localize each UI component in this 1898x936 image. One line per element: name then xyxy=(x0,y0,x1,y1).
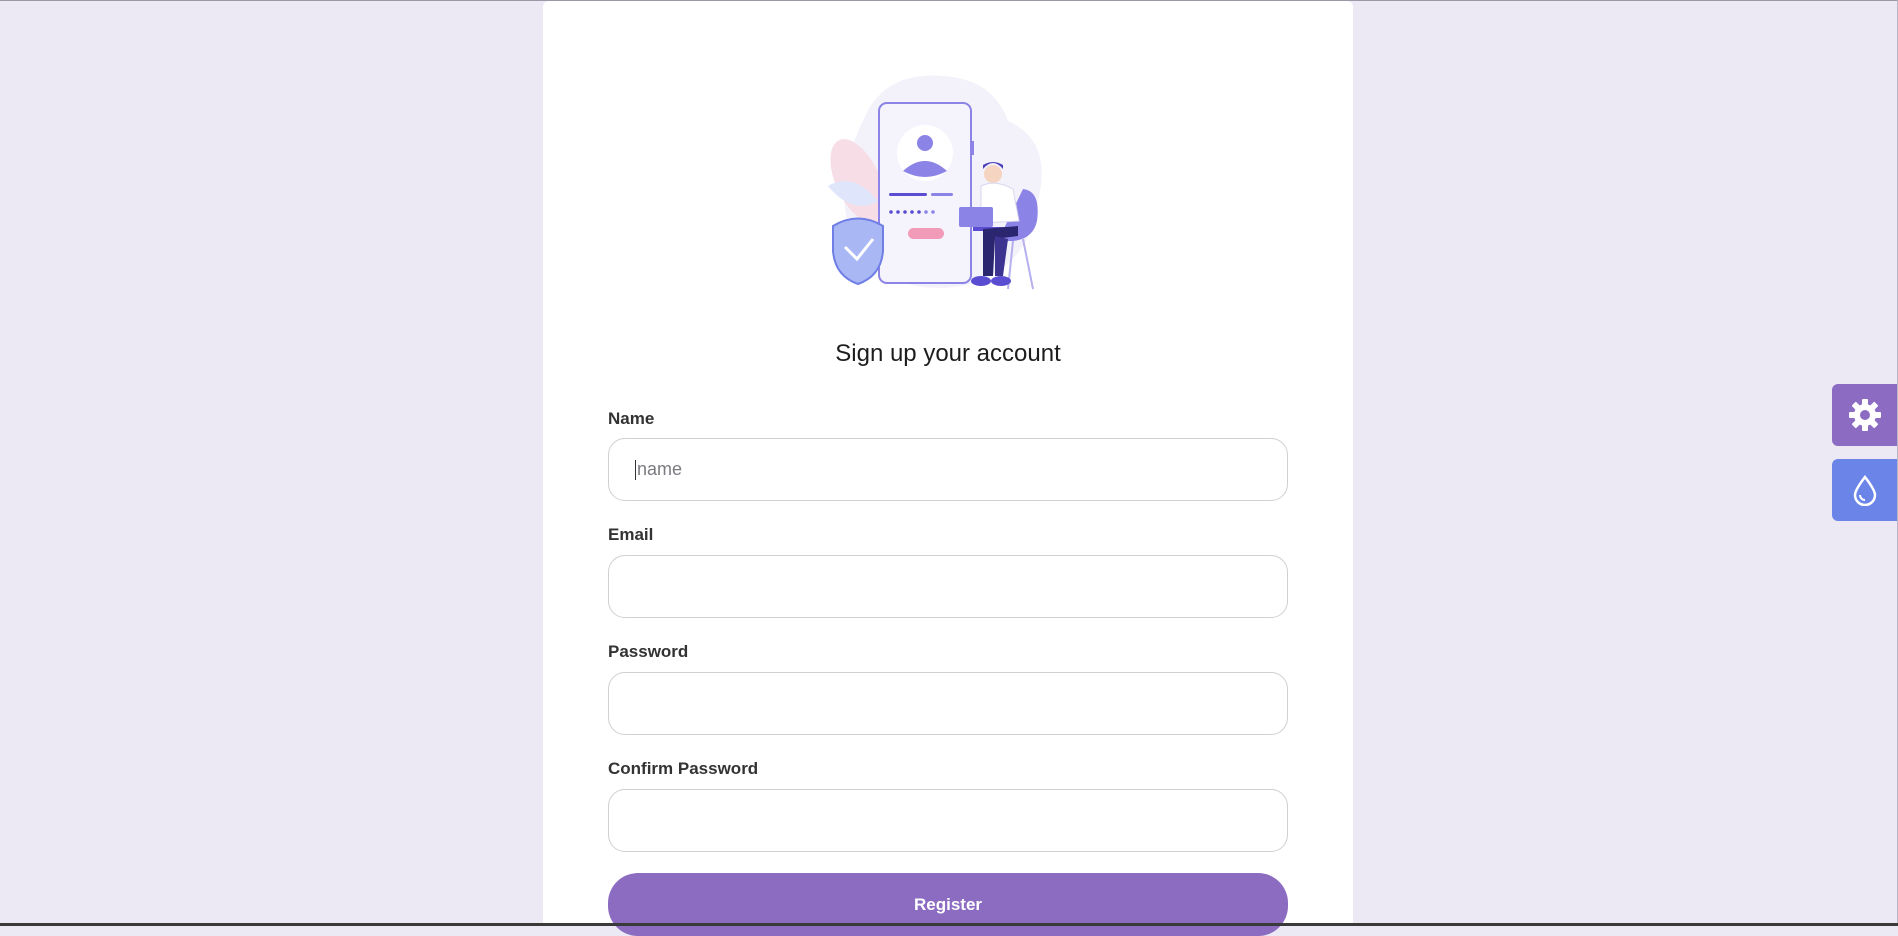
confirm-password-label: Confirm Password xyxy=(608,759,759,778)
password-input[interactable] xyxy=(608,672,1288,735)
signup-illustration xyxy=(828,75,1042,290)
email-label: Email xyxy=(608,525,654,544)
gear-icon xyxy=(1849,399,1881,431)
drop-icon xyxy=(1853,474,1877,506)
register-button[interactable]: Register xyxy=(608,873,1288,936)
name-placeholder: name xyxy=(637,459,683,479)
name-label: Name xyxy=(608,409,655,428)
signup-card: Sign up your account Name name Email Pas… xyxy=(543,1,1353,936)
settings-button[interactable] xyxy=(1832,384,1898,446)
page-title: Sign up your account xyxy=(835,340,1061,367)
password-label: Password xyxy=(608,642,689,661)
text-caret xyxy=(635,459,636,480)
email-input[interactable] xyxy=(608,555,1288,618)
name-input[interactable]: name xyxy=(608,438,1288,501)
confirm-password-input[interactable] xyxy=(608,789,1288,852)
theme-color-button[interactable] xyxy=(1832,459,1898,521)
